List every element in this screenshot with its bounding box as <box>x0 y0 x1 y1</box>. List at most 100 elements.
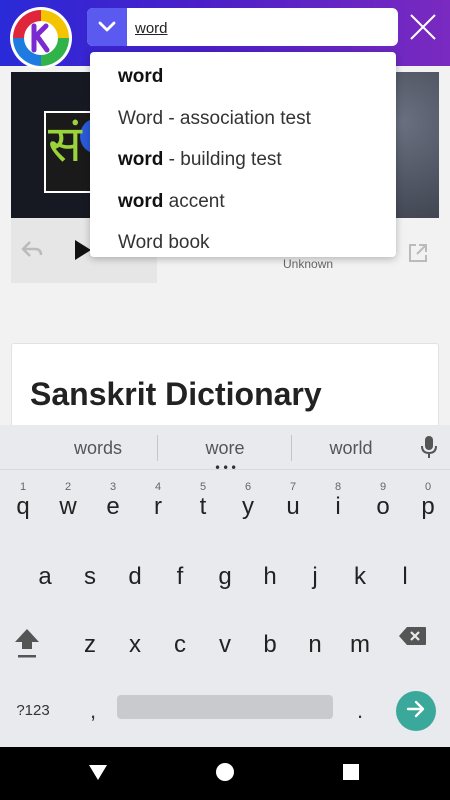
key-e[interactable]: 3e <box>91 475 135 531</box>
microphone-icon[interactable] <box>420 435 438 463</box>
circle-home-icon <box>215 762 235 786</box>
chevron-down-icon <box>98 18 116 37</box>
suggestion-item[interactable]: Word - association test <box>90 98 396 140</box>
key-hint: 9 <box>379 481 387 493</box>
enter-key[interactable] <box>396 691 436 731</box>
close-icon <box>409 13 437 45</box>
keyboard-suggestion[interactable]: words <box>33 438 163 459</box>
key-b[interactable]: b <box>248 613 292 669</box>
suggestion-item[interactable]: word - building test <box>90 139 396 181</box>
key-x[interactable]: x <box>113 613 157 669</box>
backspace-icon <box>398 627 428 651</box>
key-hint: 1 <box>19 481 27 493</box>
suggestion-rest: - building test <box>163 149 282 170</box>
key-y[interactable]: 6y <box>226 475 270 531</box>
square-recents-icon <box>342 763 360 785</box>
key-label: e <box>106 493 120 520</box>
search-box <box>87 8 398 46</box>
keyboard-suggestion[interactable]: world <box>286 438 416 459</box>
key-label: i <box>335 493 341 520</box>
key-label: b <box>263 631 277 658</box>
backspace-key[interactable] <box>398 625 442 675</box>
key-label: h <box>263 563 277 590</box>
nav-back-button[interactable] <box>86 763 110 785</box>
history-dropdown-button[interactable] <box>87 8 127 46</box>
hero-logo-text: सं <box>48 115 82 173</box>
search-input[interactable] <box>135 16 385 40</box>
nav-recents-button[interactable] <box>339 763 363 785</box>
key-label: g <box>218 563 232 590</box>
key-j[interactable]: j <box>293 545 337 601</box>
key-k[interactable]: k <box>338 545 382 601</box>
reply-back-icon[interactable] <box>21 240 43 262</box>
soft-keyboard: words wore world ••• ?123 , . 1q2w3e4r5t… <box>0 425 450 747</box>
suggestion-match: word <box>118 66 164 87</box>
shift-icon <box>12 629 42 665</box>
key-z[interactable]: z <box>68 613 112 669</box>
suggestion-match: word <box>118 190 164 212</box>
suggestion-item[interactable]: word accent <box>90 181 396 223</box>
key-label: p <box>421 493 435 520</box>
key-v[interactable]: v <box>203 613 247 669</box>
key-label: o <box>376 493 390 520</box>
key-m[interactable]: m <box>338 613 382 669</box>
key-hint: 5 <box>199 481 207 493</box>
key-w[interactable]: 2w <box>46 475 90 531</box>
key-i[interactable]: 8i <box>316 475 360 531</box>
key-q[interactable]: 1q <box>1 475 45 531</box>
key-hint: 8 <box>334 481 342 493</box>
space-key[interactable] <box>117 695 333 719</box>
triangle-back-icon <box>88 763 108 785</box>
shift-key[interactable] <box>12 625 52 675</box>
suggestion-rest: Word - association test <box>118 107 311 129</box>
key-s[interactable]: s <box>68 545 112 601</box>
app-logo[interactable] <box>10 7 72 69</box>
suggestion-item[interactable]: Word book <box>90 222 396 264</box>
suggestion-item[interactable]: word <box>90 56 396 98</box>
key-label: v <box>219 631 231 658</box>
key-label: u <box>286 493 300 520</box>
key-d[interactable]: d <box>113 545 157 601</box>
period-key[interactable]: . <box>348 693 372 729</box>
key-label: x <box>129 631 141 658</box>
key-a[interactable]: a <box>23 545 67 601</box>
arrow-right-icon <box>406 700 426 722</box>
key-label: n <box>308 631 322 658</box>
key-c[interactable]: c <box>158 613 202 669</box>
keyboard-suggestion[interactable]: wore <box>160 438 290 459</box>
key-u[interactable]: 7u <box>271 475 315 531</box>
key-l[interactable]: l <box>383 545 427 601</box>
key-label: s <box>84 563 96 590</box>
key-hint: 7 <box>289 481 297 493</box>
key-hint: 6 <box>244 481 252 493</box>
key-hint: 3 <box>109 481 117 493</box>
key-n[interactable]: n <box>293 613 337 669</box>
key-label: y <box>242 493 254 520</box>
key-label: k <box>354 563 366 590</box>
key-h[interactable]: h <box>248 545 292 601</box>
more-suggestions-icon[interactable]: ••• <box>214 462 238 474</box>
key-label: f <box>176 563 184 590</box>
key-r[interactable]: 4r <box>136 475 180 531</box>
key-label: t <box>199 493 207 520</box>
key-t[interactable]: 5t <box>181 475 225 531</box>
clear-search-button[interactable] <box>404 10 442 48</box>
strip-divider <box>157 435 158 461</box>
nav-home-button[interactable] <box>213 763 237 785</box>
key-label: w <box>59 493 77 520</box>
system-nav-bar <box>0 747 450 800</box>
key-label: a <box>38 563 52 590</box>
key-label: c <box>174 631 186 658</box>
symbols-key[interactable]: ?123 <box>8 695 58 725</box>
key-g[interactable]: g <box>203 545 247 601</box>
key-p[interactable]: 0p <box>406 475 450 531</box>
key-label: j <box>312 563 318 590</box>
comma-key[interactable]: , <box>78 693 108 729</box>
key-f[interactable]: f <box>158 545 202 601</box>
key-label: d <box>128 563 142 590</box>
share-icon[interactable] <box>407 242 429 268</box>
key-label: l <box>402 563 408 590</box>
key-label: r <box>154 493 162 520</box>
suggestion-rest: Word book <box>118 232 210 253</box>
key-o[interactable]: 9o <box>361 475 405 531</box>
